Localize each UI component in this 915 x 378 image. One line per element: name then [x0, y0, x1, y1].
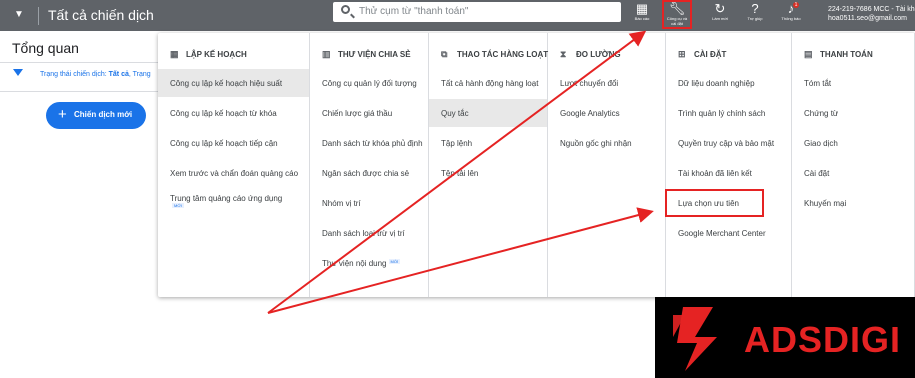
logo-mark-icon: [673, 307, 717, 371]
arrow-to-tools: [267, 30, 647, 314]
brand-logo: ADSDIGI: [655, 297, 915, 378]
logo-text: ADSDIGI: [744, 319, 902, 360]
arrow-to-preferences: [267, 207, 654, 314]
